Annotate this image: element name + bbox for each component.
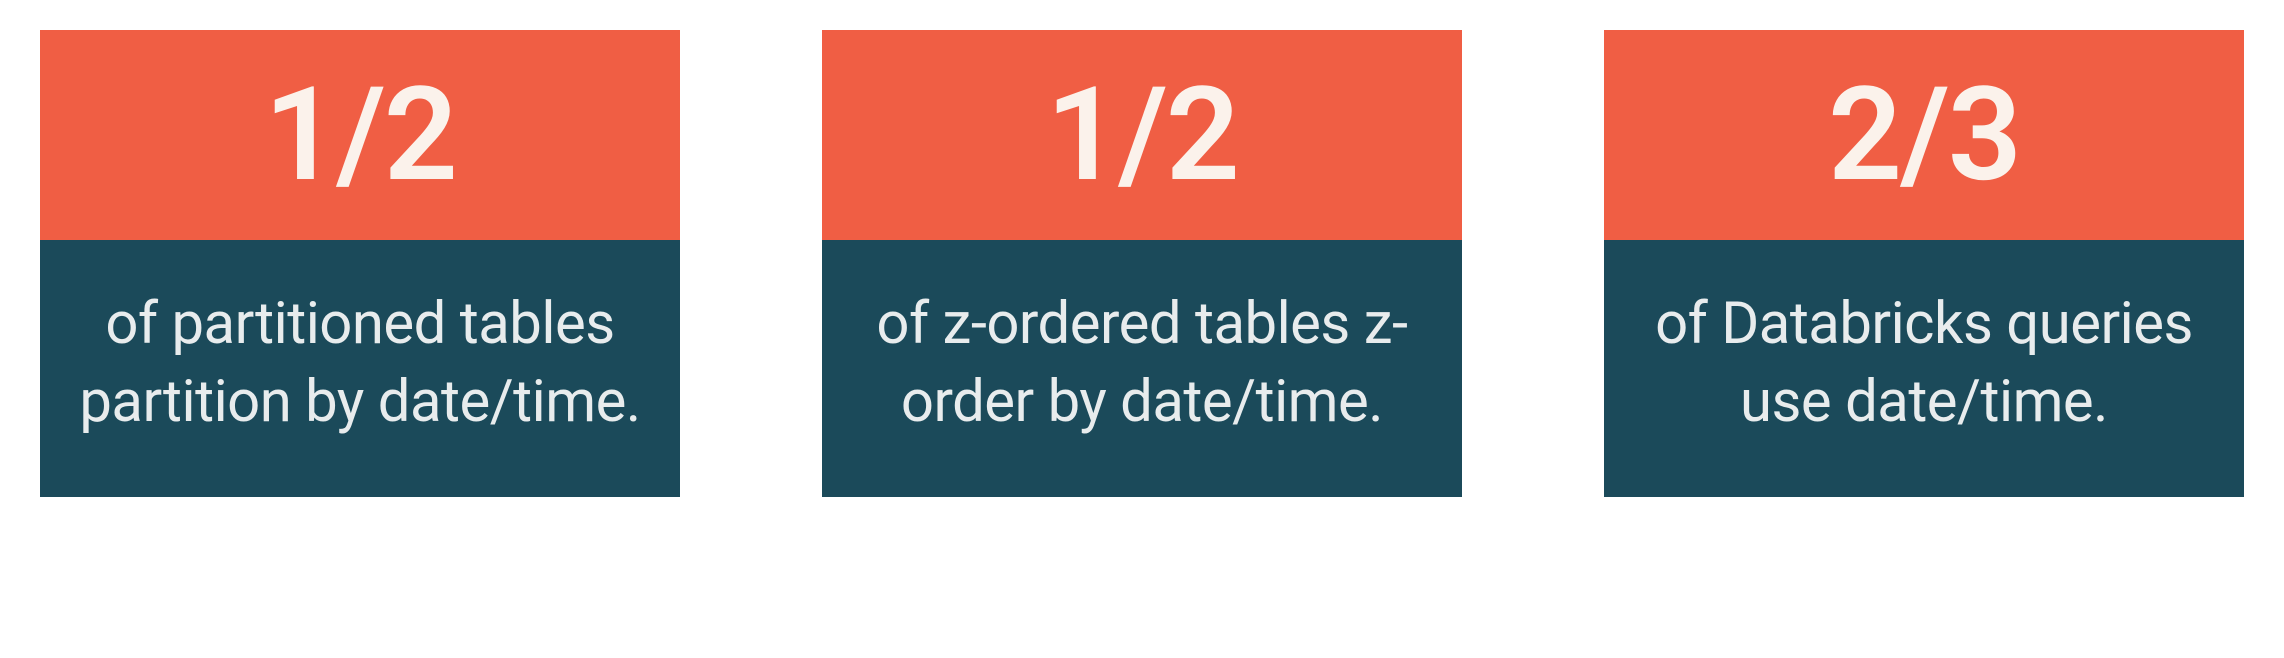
stat-description: of Databricks queries use date/time. — [1604, 240, 2244, 497]
stat-card-partitioned: 1/2 of partitioned tables partition by d… — [40, 30, 680, 497]
stat-card-zordered: 1/2 of z-ordered tables z-order by date/… — [822, 30, 1462, 497]
stat-value: 2/3 — [1604, 30, 2244, 240]
stat-value: 1/2 — [822, 30, 1462, 240]
stat-card-queries: 2/3 of Databricks queries use date/time. — [1604, 30, 2244, 497]
stat-value: 1/2 — [40, 30, 680, 240]
stat-description: of z-ordered tables z-order by date/time… — [822, 240, 1462, 497]
stat-description: of partitioned tables partition by date/… — [40, 240, 680, 497]
